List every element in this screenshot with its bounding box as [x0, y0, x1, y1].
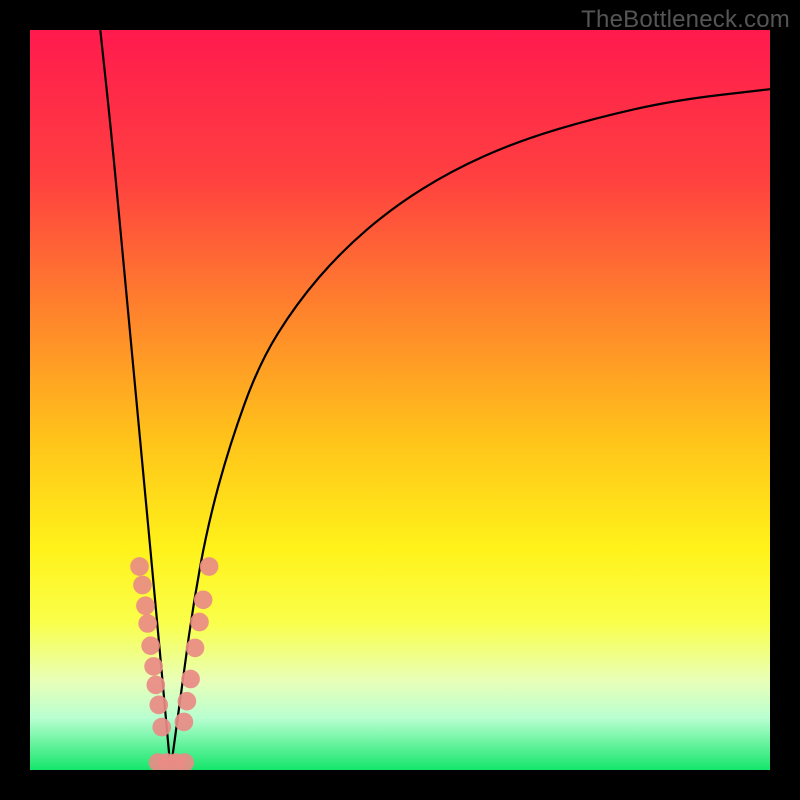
data-marker [152, 718, 171, 737]
data-marker [178, 692, 197, 711]
gradient-background [30, 30, 770, 770]
data-marker [200, 557, 219, 576]
plot-area [30, 30, 770, 770]
data-marker [146, 676, 165, 695]
watermark-text: TheBottleneck.com [581, 6, 790, 34]
data-marker [144, 657, 163, 676]
data-marker [181, 670, 200, 689]
chart-frame: TheBottleneck.com [0, 0, 800, 800]
data-marker [194, 590, 213, 609]
data-marker [141, 636, 160, 655]
data-marker [130, 557, 149, 576]
data-marker [190, 613, 209, 632]
data-marker [186, 639, 205, 658]
data-marker [138, 614, 157, 633]
data-marker [149, 696, 168, 715]
data-marker [133, 576, 152, 595]
data-marker [136, 596, 155, 615]
chart-canvas [30, 30, 770, 770]
data-marker [175, 713, 194, 732]
